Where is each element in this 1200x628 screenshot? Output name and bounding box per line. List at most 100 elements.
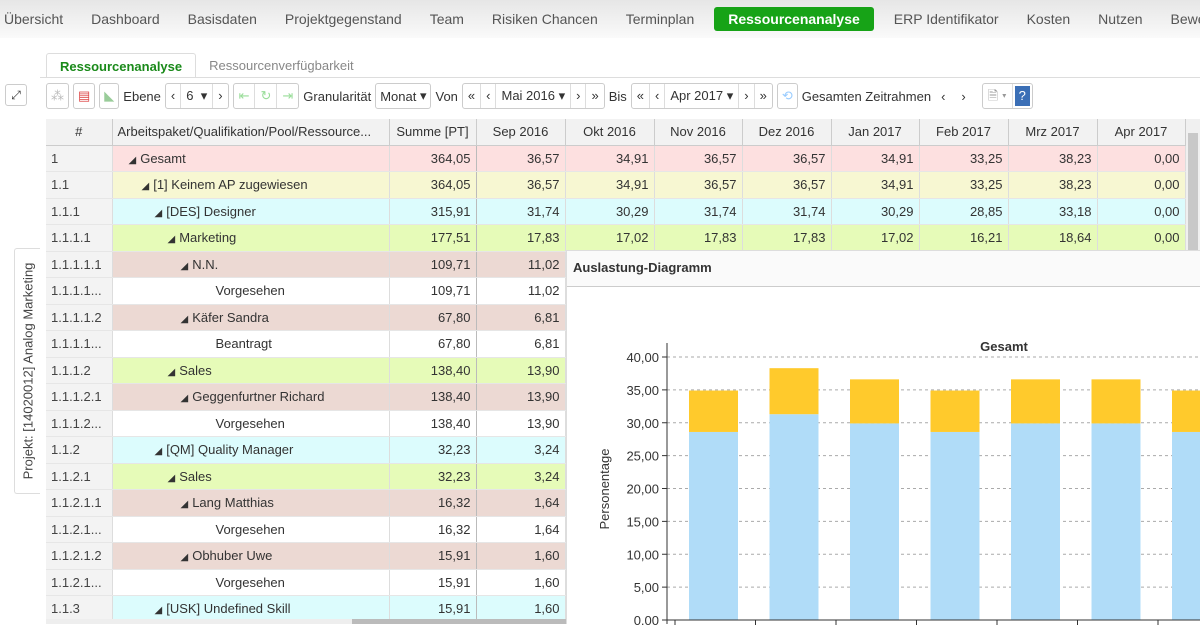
nav-item-nutzen[interactable]: Nutzen xyxy=(1084,7,1156,31)
left-icon[interactable]: ‹ xyxy=(650,84,666,108)
row-name-cell: Vorgesehen xyxy=(112,516,390,543)
first-icon[interactable]: ⇤ xyxy=(234,84,256,108)
row-name-cell: ◢ Lang Matthias xyxy=(112,489,390,517)
ebene-select[interactable]: 6 ▾ xyxy=(181,84,214,108)
collapse-triangle-icon[interactable]: ◢ xyxy=(181,314,189,325)
reset-timeframe-icon[interactable]: ⟲ xyxy=(776,83,798,109)
double-left-icon[interactable]: « xyxy=(632,84,650,108)
column-header[interactable]: Jan 2017 xyxy=(831,119,920,146)
granularitaet-select[interactable]: Monat ▾ xyxy=(375,83,432,109)
column-header[interactable]: # xyxy=(46,119,113,146)
right-icon[interactable]: › xyxy=(571,84,587,108)
value-cell: 138,40 xyxy=(389,383,477,411)
nav-item-bewertung[interactable]: Bewertung xyxy=(1157,7,1200,31)
nav-item-terminplan[interactable]: Terminplan xyxy=(612,7,708,31)
value-cell: 17,83 xyxy=(654,224,743,252)
nav-item-erp-identifikator[interactable]: ERP Identifikator xyxy=(880,7,1013,31)
collapse-triangle-icon[interactable]: ◢ xyxy=(155,446,163,457)
collapse-triangle-icon[interactable]: ◢ xyxy=(181,393,189,404)
bar-segment xyxy=(850,423,899,620)
von-picker[interactable]: «‹ Mai 2016 ▾ ›» xyxy=(461,83,605,109)
y-tick-label: 20,00 xyxy=(626,482,659,497)
nav-item-risiken-chancen[interactable]: Risiken Chancen xyxy=(478,7,612,31)
value-cell: 1,60 xyxy=(476,569,566,596)
collapse-triangle-icon[interactable]: ◢ xyxy=(168,473,176,484)
row-number: 1.1.2.1... xyxy=(46,569,113,596)
nav-item-team[interactable]: Team xyxy=(416,7,478,31)
project-side-tab[interactable]: Projekt: [14020012] Analog Marketing xyxy=(14,248,40,494)
ebene-stepper[interactable]: ‹ 6 ▾ › xyxy=(164,83,229,109)
column-header[interactable]: Dez 2016 xyxy=(742,119,832,146)
column-header[interactable]: Mrz 2017 xyxy=(1008,119,1098,146)
tab-ressourcenverfuegbarkeit[interactable]: Ressourcenverfügbarkeit xyxy=(196,53,367,78)
value-cell: 34,91 xyxy=(831,145,920,172)
table-row[interactable]: 1 ◢ Gesamt 364,05 36,57 34,91 36,57 36,57 34,91 3… xyxy=(46,145,1186,172)
row-name: Obhuber Uwe xyxy=(192,548,273,564)
double-right-icon[interactable]: » xyxy=(586,84,603,108)
row-name-cell: ◢ Sales xyxy=(112,357,390,384)
row-name: Sales xyxy=(179,362,212,378)
last-icon[interactable]: ⇥ xyxy=(277,84,298,108)
help-icon[interactable]: ? xyxy=(1014,86,1030,106)
next-icon[interactable]: › xyxy=(213,84,227,108)
value-cell: 13,90 xyxy=(476,357,566,384)
nav-item--bersicht[interactable]: Übersicht xyxy=(0,7,77,31)
row-name: Vorgesehen xyxy=(215,521,285,537)
column-header[interactable]: Summe [PT] xyxy=(389,119,477,146)
scroll-right-icon[interactable]: › xyxy=(955,89,971,104)
value-cell: 30,29 xyxy=(565,198,655,225)
collapse-triangle-icon[interactable]: ◢ xyxy=(129,155,137,166)
horizontal-scrollbar[interactable] xyxy=(46,619,566,624)
value-cell: 0,00 xyxy=(1097,171,1186,199)
nav-item-ressourcenanalyse[interactable]: Ressourcenanalyse xyxy=(714,7,874,31)
table-view-icon[interactable]: ▤ xyxy=(73,83,96,109)
table-row[interactable]: 1.1 ◢ [1] Keinem AP zugewiesen 364,05 36,57 3… xyxy=(46,171,1186,199)
bis-picker[interactable]: «‹ Apr 2017 ▾ ›» xyxy=(630,83,773,109)
column-header[interactable]: Nov 2016 xyxy=(654,119,743,146)
column-header[interactable]: Okt 2016 xyxy=(565,119,655,146)
collapse-triangle-icon[interactable]: ◢ xyxy=(181,552,189,563)
value-cell: 3,24 xyxy=(476,463,566,490)
double-right-icon[interactable]: » xyxy=(755,84,772,108)
double-left-icon[interactable]: « xyxy=(463,84,482,108)
collapse-triangle-icon[interactable]: ◢ xyxy=(181,261,189,272)
table-row[interactable]: 1.1.1.1 ◢ Marketing 177,51 17,83 17,02 17,83 17… xyxy=(46,224,1186,252)
scroll-left-icon[interactable]: ‹ xyxy=(935,89,951,104)
value-cell: 30,29 xyxy=(831,198,920,225)
nav-item-basisdaten[interactable]: Basisdaten xyxy=(174,7,271,31)
value-cell: 36,57 xyxy=(476,171,566,199)
table-row[interactable]: 1.1.1 ◢ [DES] Designer 315,91 31,74 30,29 31,7… xyxy=(46,198,1186,225)
refresh-arrow-icon[interactable]: ↻ xyxy=(255,84,278,108)
column-header[interactable]: Feb 2017 xyxy=(919,119,1009,146)
column-header[interactable]: Arbeitspaket/Qualifikation/Pool/Ressourc… xyxy=(112,119,390,146)
nav-item-projektgegenstand[interactable]: Projektgegenstand xyxy=(271,7,416,31)
tab-ressourcenanalyse[interactable]: Ressourcenanalyse xyxy=(46,53,197,78)
collapse-triangle-icon[interactable]: ◢ xyxy=(155,605,163,616)
collapse-triangle-icon[interactable]: ◢ xyxy=(142,181,150,192)
export-icon[interactable]: 🗎 ▾ xyxy=(983,84,1013,108)
collapse-triangle-icon[interactable]: ◢ xyxy=(155,208,163,219)
vertical-scrollbar[interactable] xyxy=(1186,119,1200,251)
nav-item-dashboard[interactable]: Dashboard xyxy=(77,7,174,31)
von-select[interactable]: Mai 2016 ▾ xyxy=(496,84,572,108)
chart-view-icon[interactable]: ◣ xyxy=(99,83,120,109)
tree-view-icon[interactable]: ⁂ xyxy=(46,83,69,109)
sub-tabs: Ressourcenanalyse Ressourcenverfügbarkei… xyxy=(46,53,367,78)
value-cell: 31,74 xyxy=(654,198,743,225)
prev-icon[interactable]: ‹ xyxy=(166,84,182,108)
collapse-triangle-icon[interactable]: ◢ xyxy=(168,367,176,378)
collapse-triangle-icon[interactable]: ◢ xyxy=(168,234,176,245)
value-cell: 1,60 xyxy=(476,542,566,570)
expand-icon[interactable]: ⤢ xyxy=(5,84,27,106)
left-icon[interactable]: ‹ xyxy=(481,84,497,108)
value-cell: 31,74 xyxy=(476,198,566,225)
nav-item-kosten[interactable]: Kosten xyxy=(1013,7,1085,31)
right-icon[interactable]: › xyxy=(739,84,755,108)
collapse-triangle-icon[interactable]: ◢ xyxy=(181,499,189,510)
bar-segment xyxy=(930,431,980,620)
row-name-cell: ◢ [1] Keinem AP zugewiesen xyxy=(112,171,390,199)
bis-select[interactable]: Apr 2017 ▾ xyxy=(665,84,740,108)
column-header[interactable]: Sep 2016 xyxy=(476,119,566,146)
value-cell: 13,90 xyxy=(476,410,566,437)
column-header[interactable]: Apr 2017 xyxy=(1097,119,1186,146)
